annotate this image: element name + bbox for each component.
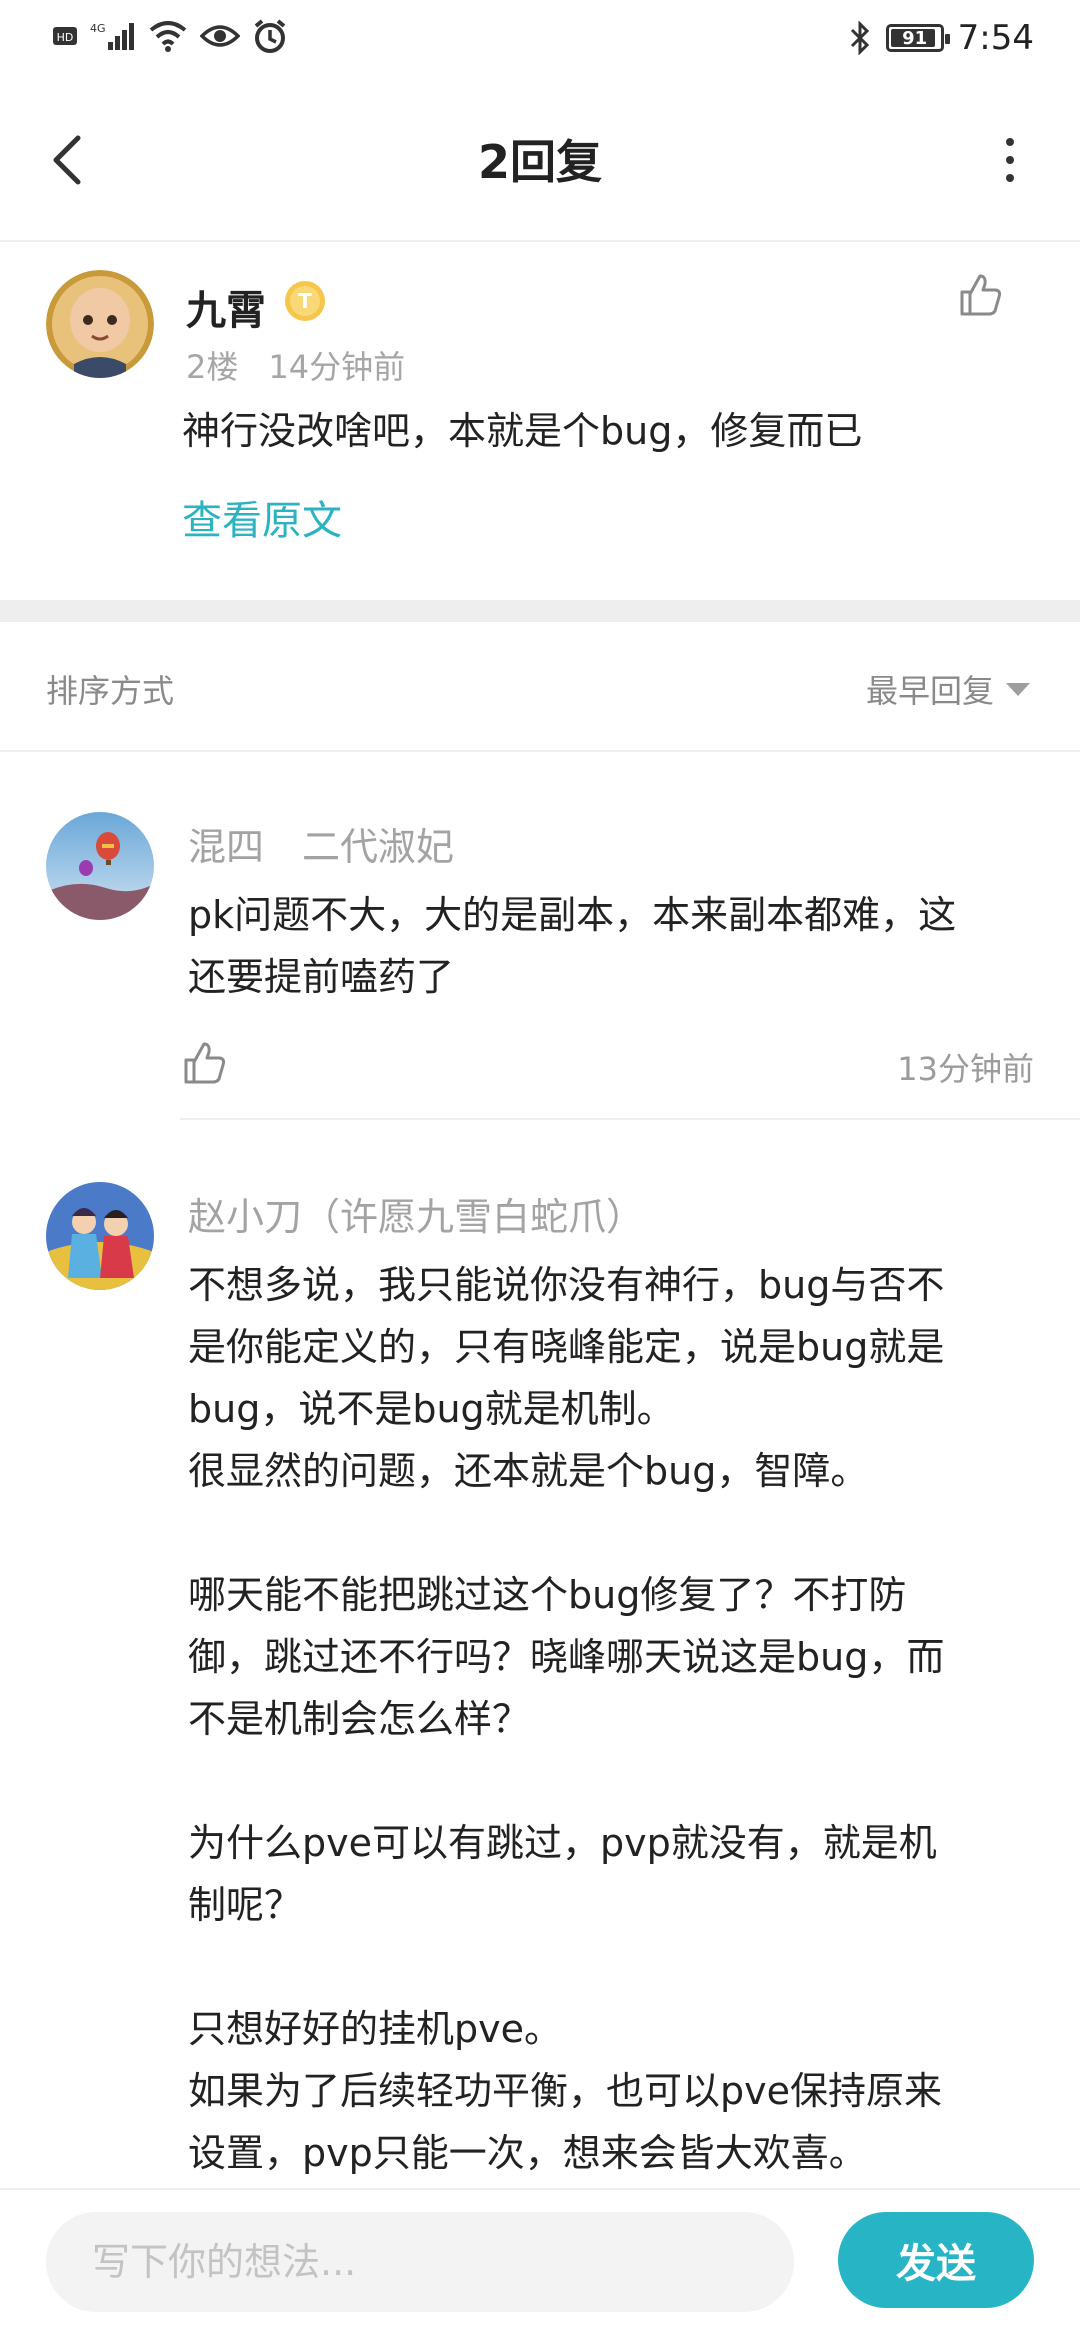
- post-content: 神行没改啥吧，本就是个bug，修复而已: [182, 409, 863, 453]
- reply-like-button[interactable]: [180, 1038, 230, 1088]
- badge-letter: T: [298, 289, 312, 313]
- comment-input[interactable]: [46, 2212, 794, 2312]
- svg-text:4G: 4G: [90, 22, 106, 35]
- post-time: 14分钟前: [268, 348, 406, 386]
- sort-value: 最早回复: [865, 672, 994, 710]
- send-button[interactable]: 发送: [838, 2212, 1034, 2308]
- sort-dropdown[interactable]: 最早回复: [866, 666, 1030, 712]
- post-author-avatar[interactable]: [46, 270, 154, 378]
- post-floor: 2楼: [186, 348, 239, 386]
- page-title: 2回复: [477, 135, 602, 189]
- section-separator: [0, 600, 1080, 622]
- hd-icon: HD: [53, 27, 77, 45]
- status-left-icons: HD 4G: [52, 18, 288, 54]
- thumbs-up-icon: [184, 1042, 226, 1084]
- reply-content: pk问题不大，大的是副本，本来副本都难，这 还要提前嗑药了: [188, 893, 957, 999]
- alarm-icon: [254, 19, 286, 53]
- reply-content: 不想多说，我只能说你没有神行，bug与否不 是你能定义的，只有晓峰能定，说是bu…: [188, 1263, 945, 2175]
- bluetooth-icon: [850, 21, 869, 55]
- post-meta: 2楼 14分钟前: [186, 342, 405, 388]
- reply-author[interactable]: 混四 二代淑妃: [188, 816, 454, 871]
- view-original-link[interactable]: 查看原文: [182, 488, 342, 546]
- more-vertical-icon: [1006, 138, 1014, 146]
- battery-icon: 91: [885, 24, 950, 52]
- reply-divider: [180, 1118, 1080, 1120]
- status-bar: HD 4G 91 7:54: [0, 0, 1080, 80]
- caret-down-icon: [1006, 682, 1030, 696]
- wifi-icon: [149, 21, 187, 52]
- top-bar: 2回复: [0, 80, 1080, 242]
- more-options-button[interactable]: [980, 128, 1040, 192]
- reply-avatar[interactable]: [46, 812, 154, 920]
- svg-text:HD: HD: [57, 31, 74, 44]
- battery-level: 91: [902, 27, 928, 49]
- reply-author[interactable]: 赵小刀（许愿九雪白蛇爪）: [188, 1186, 644, 1241]
- comment-composer: 发送: [0, 2188, 1080, 2340]
- sort-label: 排序方式: [46, 672, 175, 710]
- eye-icon: [200, 25, 240, 47]
- status-time: 7:54: [957, 18, 1034, 58]
- user-level-badge: T: [282, 278, 328, 324]
- thumbs-up-icon: [960, 274, 1002, 316]
- post-like-button[interactable]: [956, 270, 1006, 320]
- post-author-name[interactable]: 九霄: [186, 278, 266, 336]
- status-right-icons: 91 7:54: [848, 18, 1034, 58]
- reply-avatar[interactable]: [46, 1182, 154, 1290]
- signal-icon: 4G: [90, 22, 134, 50]
- reply-time: 13分钟前: [897, 1050, 1034, 1088]
- sort-row: 排序方式 最早回复: [0, 622, 1080, 752]
